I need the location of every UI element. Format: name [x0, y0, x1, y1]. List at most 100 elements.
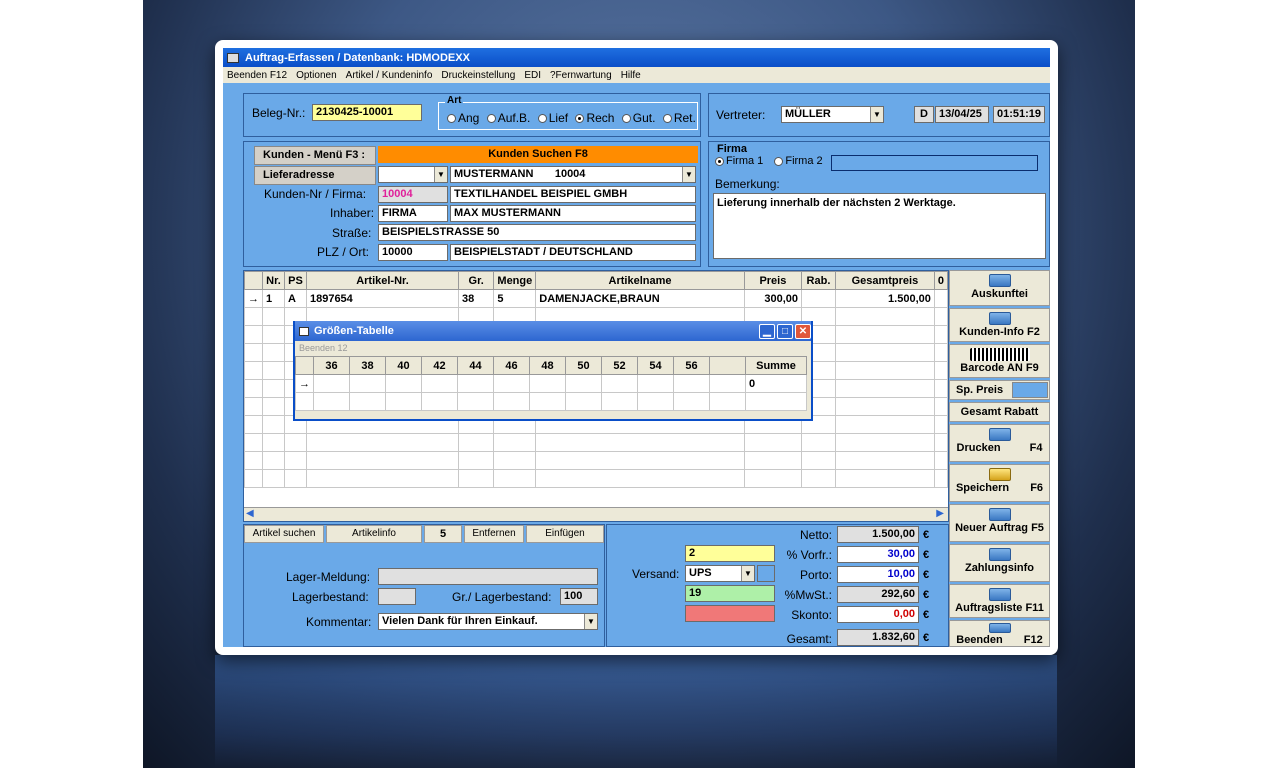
title-bar[interactable]: Auftrag-Erfassen / Datenbank: HDMODEXX: [223, 48, 1050, 67]
plz-field[interactable]: 10000: [378, 244, 448, 261]
einfuegen-tab[interactable]: Einfügen: [526, 525, 604, 543]
porto-label: Porto:: [799, 568, 832, 582]
lieferadresse-button[interactable]: Lieferadresse: [254, 166, 376, 185]
col-artikelname[interactable]: Artikelname: [535, 271, 745, 290]
count-tab: 5: [424, 525, 462, 543]
col-artikel-nr[interactable]: Artikel-Nr.: [305, 271, 459, 290]
radio-firma-2[interactable]: [774, 156, 784, 166]
mwst-percent-field[interactable]: 19: [685, 585, 775, 602]
payment-icon: [988, 548, 1011, 561]
menu-druckeinstellung[interactable]: Druckeinstellung: [441, 70, 515, 81]
info-desk-icon: [988, 274, 1011, 287]
kunden-menu-button[interactable]: Kunden - Menü F3 :: [254, 146, 376, 165]
ort-field[interactable]: BEISPIELSTADT / DEUTSCHLAND: [450, 244, 696, 261]
col-gesamtpreis[interactable]: Gesamtpreis: [834, 271, 935, 290]
radio-gut[interactable]: [621, 114, 631, 124]
skonto-percent-field[interactable]: [685, 605, 775, 622]
firma-field[interactable]: TEXTILHANDEL BEISPIEL GMBH: [450, 186, 696, 203]
artikel-suchen-tab[interactable]: Artikel suchen: [244, 525, 324, 543]
menu-edi[interactable]: EDI: [524, 70, 541, 81]
beleg-number-field[interactable]: 2130425-10001: [312, 104, 422, 121]
menu-beenden[interactable]: Beenden F12: [227, 70, 287, 81]
radio-ret[interactable]: [662, 114, 672, 124]
scroll-right-icon[interactable]: ▶: [936, 508, 944, 519]
firma-name-field[interactable]: [831, 155, 1038, 171]
bemerkung-textarea[interactable]: Lieferung innerhalb der nächsten 2 Werkt…: [713, 193, 1046, 259]
radio-lief[interactable]: [537, 114, 547, 124]
size-row[interactable]: [295, 392, 807, 411]
beenden-button[interactable]: Beenden F12: [949, 620, 1050, 647]
groessen-tabelle-popup: Größen-Tabelle ▁ □ ✕ Beenden 12 36 38 40…: [293, 321, 813, 421]
vorfr-percent-field[interactable]: 2: [685, 545, 775, 562]
versand-select[interactable]: UPS ▼: [685, 565, 755, 582]
versand-color-field[interactable]: [757, 565, 775, 582]
plz-label: PLZ / Ort:: [317, 245, 370, 259]
neuer-auftrag-button[interactable]: Neuer Auftrag F5: [949, 504, 1050, 542]
artikelinfo-tab[interactable]: Artikelinfo: [326, 525, 422, 543]
menu-fernwartung[interactable]: ?Fernwartung: [550, 70, 612, 81]
table-row[interactable]: [244, 451, 949, 470]
stock-panel: Artikel suchen Artikelinfo 5 Entfernen E…: [243, 524, 605, 647]
vertreter-select[interactable]: MÜLLER ▼: [781, 106, 884, 123]
kunden-info-button[interactable]: Kunden-Info F2: [949, 308, 1050, 342]
table-row[interactable]: [244, 433, 949, 452]
new-order-icon: [988, 508, 1011, 521]
porto-field[interactable]: 10,00: [837, 566, 919, 583]
barcode-button[interactable]: Barcode AN F9: [949, 344, 1050, 378]
col-gr[interactable]: Gr.: [457, 271, 495, 290]
col-menge[interactable]: Menge: [493, 271, 537, 290]
menu-optionen[interactable]: Optionen: [296, 70, 337, 81]
col-ps[interactable]: PS: [283, 271, 307, 290]
d-button[interactable]: D: [914, 106, 934, 123]
col-rab[interactable]: Rab.: [801, 271, 836, 290]
grid-horizontal-scrollbar[interactable]: ◀ ▶: [244, 507, 948, 521]
popup-title-bar[interactable]: Größen-Tabelle ▁ □ ✕: [295, 321, 811, 341]
chevron-down-icon[interactable]: ▼: [741, 566, 754, 581]
popup-menu-beenden[interactable]: Beenden 12: [295, 341, 811, 356]
scroll-left-icon[interactable]: ◀: [246, 508, 254, 519]
chevron-down-icon[interactable]: ▼: [434, 167, 447, 182]
sp-preis-field[interactable]: [1012, 382, 1048, 398]
chevron-down-icon[interactable]: ▼: [584, 614, 597, 629]
lieferadresse-select[interactable]: ▼: [378, 166, 448, 183]
kunden-suchen-button[interactable]: Kunden Suchen F8: [378, 146, 698, 163]
table-row[interactable]: → 1 A 1897654 38 5 DAMENJACKE,BRAUN 300,…: [244, 289, 949, 308]
col-nr[interactable]: Nr.: [262, 271, 285, 290]
auskunftei-button[interactable]: Auskunftei: [949, 270, 1050, 306]
auftragsliste-button[interactable]: Auftragsliste F11: [949, 584, 1050, 618]
col-preis[interactable]: Preis: [743, 271, 803, 290]
maximize-icon[interactable]: □: [777, 323, 793, 339]
radio-rech[interactable]: [575, 114, 585, 124]
inhaber-field-1[interactable]: FIRMA: [378, 205, 448, 222]
zahlungsinfo-button[interactable]: Zahlungsinfo: [949, 544, 1050, 582]
customer-select[interactable]: MUSTERMANN 10004 ▼: [450, 166, 696, 183]
gesamt-rabatt-button[interactable]: Gesamt Rabatt: [949, 402, 1050, 422]
radio-aufb[interactable]: [486, 114, 496, 124]
netto-field: 1.500,00: [837, 526, 919, 543]
table-icon: [299, 326, 309, 336]
customer-panel: Kunden - Menü F3 : Kunden Suchen F8 Lief…: [243, 141, 701, 267]
col-extra[interactable]: 0: [933, 271, 949, 290]
minimize-icon[interactable]: ▁: [759, 323, 775, 339]
inhaber-field-2[interactable]: MAX MUSTERMANN: [450, 205, 696, 222]
drucken-button[interactable]: Drucken F4: [949, 424, 1050, 462]
speichern-button[interactable]: Speichern F6: [949, 464, 1050, 502]
kommentar-select[interactable]: Vielen Dank für Ihren Einkauf. ▼: [378, 613, 598, 630]
chevron-down-icon[interactable]: ▼: [870, 107, 883, 122]
menu-artikel-kundeninfo[interactable]: Artikel / Kundeninfo: [346, 70, 433, 81]
lager-meldung-field: [378, 568, 598, 585]
close-icon[interactable]: ✕: [795, 323, 811, 339]
radio-ang[interactable]: [447, 114, 456, 124]
vorfr-field[interactable]: 30,00: [837, 546, 919, 563]
chevron-down-icon[interactable]: ▼: [682, 167, 695, 182]
menu-hilfe[interactable]: Hilfe: [621, 70, 641, 81]
size-row[interactable]: → 0: [295, 374, 807, 393]
radio-firma-1[interactable]: [715, 156, 724, 166]
sp-preis-button[interactable]: Sp. Preis: [949, 380, 1050, 400]
main-window: Auftrag-Erfassen / Datenbank: HDMODEXX B…: [215, 40, 1058, 655]
kundennr-field[interactable]: 10004: [378, 186, 448, 203]
strasse-field[interactable]: BEISPIELSTRASSE 50: [378, 224, 696, 241]
skonto-field[interactable]: 0,00: [837, 606, 919, 623]
table-row[interactable]: [244, 469, 949, 488]
entfernen-tab[interactable]: Entfernen: [464, 525, 524, 543]
